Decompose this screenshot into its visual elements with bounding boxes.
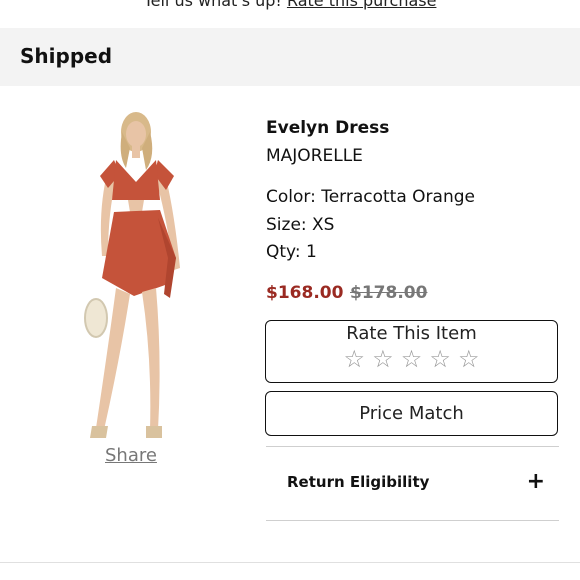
- rate-purchase-prompt: Tell us what's up! Rate this purchase: [0, 0, 580, 10]
- share-link[interactable]: Share: [105, 445, 157, 466]
- rate-item-button[interactable]: Rate This Item ☆ ☆ ☆ ☆ ☆: [265, 320, 558, 383]
- star-icon[interactable]: ☆: [401, 346, 423, 372]
- divider: [266, 520, 559, 521]
- product-qty: Qty: 1: [266, 242, 317, 262]
- dress-model-illustration: [84, 112, 180, 438]
- return-eligibility-label: Return Eligibility: [287, 473, 430, 491]
- product-color: Color: Terracotta Orange: [266, 187, 475, 207]
- star-icon[interactable]: ☆: [344, 346, 366, 372]
- star-rating[interactable]: ☆ ☆ ☆ ☆ ☆: [266, 346, 557, 372]
- star-icon[interactable]: ☆: [458, 346, 480, 372]
- order-status-bar: Shipped: [0, 28, 580, 86]
- star-icon[interactable]: ☆: [429, 346, 451, 372]
- product-size: Size: XS: [266, 215, 335, 235]
- return-eligibility-accordion[interactable]: Return Eligibility +: [266, 447, 559, 520]
- price-match-label: Price Match: [359, 403, 464, 424]
- price-match-button[interactable]: Price Match: [265, 391, 558, 436]
- rate-purchase-link[interactable]: Rate this purchase: [287, 0, 437, 10]
- original-price: $178.00: [350, 283, 428, 303]
- star-icon[interactable]: ☆: [372, 346, 394, 372]
- order-status-label: Shipped: [20, 44, 113, 68]
- sale-price: $168.00: [266, 283, 344, 303]
- product-brand: MAJORELLE: [266, 146, 363, 166]
- divider: [0, 562, 580, 563]
- expand-plus-icon[interactable]: +: [527, 469, 545, 494]
- product-image[interactable]: [80, 108, 190, 446]
- prompt-text: Tell us what's up!: [143, 0, 282, 10]
- product-name[interactable]: Evelyn Dress: [266, 118, 389, 138]
- rate-item-label: Rate This Item: [346, 323, 477, 344]
